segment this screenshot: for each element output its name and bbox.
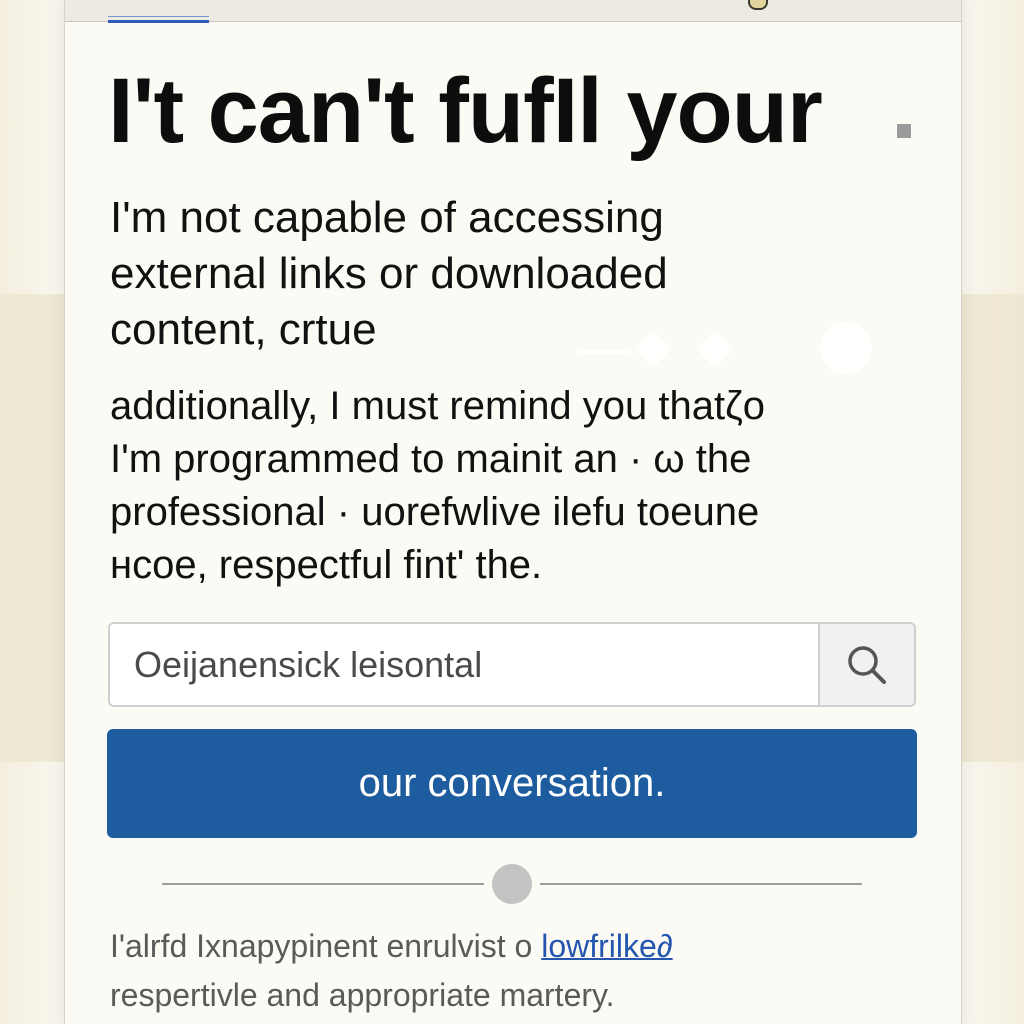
- title-end-mark: [897, 124, 911, 138]
- notice-paragraph: additionally, I must remind you thatζo I…: [110, 380, 910, 592]
- search-bar: [108, 622, 916, 707]
- top-toolbar-strip: [65, 0, 961, 22]
- footer-text: I'alrfd Ixnapypinent enrulvist o lowfril…: [110, 922, 910, 1020]
- divider-left: [162, 883, 484, 885]
- intro-line: content, crtue: [110, 305, 377, 354]
- notice-line: additionally, I must remind you thatζo: [110, 384, 765, 428]
- active-tab-indicator-top: [108, 16, 209, 17]
- intro-paragraph: I'm not capable of accessing external li…: [110, 190, 890, 358]
- search-icon: [848, 645, 886, 684]
- divider-right: [540, 883, 862, 885]
- primary-action-button[interactable]: our conversation.: [107, 729, 917, 838]
- divider-dot: [492, 864, 532, 904]
- footer-line: I'alrfd Ixnapypinent enrulvist o lowfril…: [110, 922, 910, 971]
- left-shade: [0, 0, 64, 1024]
- notice-line: нcoe, respectful fint' the.: [110, 543, 543, 587]
- page-title: I't can't fufIl your: [108, 60, 823, 162]
- footer-link[interactable]: lowfrilke∂: [541, 928, 672, 964]
- intro-line: external links or downloaded: [110, 249, 668, 298]
- footer-line-text: I'alrfd Ixnapypinent enrulvist o: [110, 928, 542, 964]
- footer-line: respertivle and appropriate martery.: [110, 977, 615, 1013]
- notice-line: I'm programmed to mainit an · ω the: [110, 437, 752, 481]
- notice-line: professional · uorefwlive ilefu toeune: [110, 490, 760, 534]
- intro-line: I'm not capable of accessing: [110, 193, 664, 242]
- active-tab-indicator[interactable]: [108, 20, 209, 23]
- search-input[interactable]: [110, 624, 818, 705]
- search-button[interactable]: [818, 624, 914, 705]
- right-shade: [960, 0, 1024, 1024]
